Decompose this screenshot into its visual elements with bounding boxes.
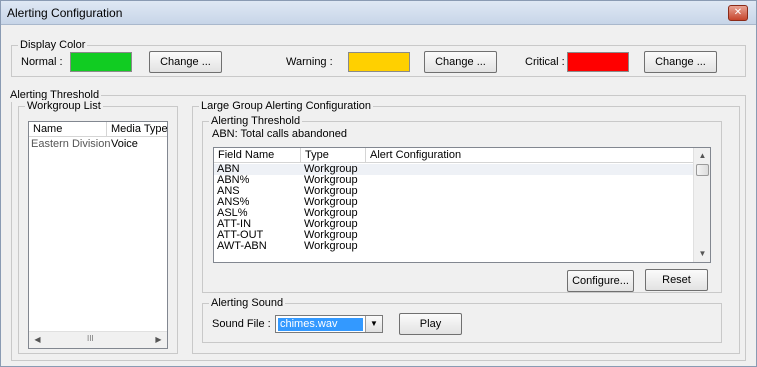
close-button[interactable]: ✕ <box>728 5 748 21</box>
critical-label: Critical : <box>525 56 565 68</box>
workgroup-name: Eastern Division <box>31 138 111 150</box>
column-header-type[interactable]: Type <box>301 148 366 163</box>
workgroup-media-type: Voice <box>111 138 138 150</box>
table-row[interactable]: ABN% Workgroup <box>214 175 694 186</box>
scroll-right-icon[interactable]: ▶ <box>150 334 167 346</box>
alerting-sound-group: Alerting Sound Sound File : chimes.wav ▼… <box>202 297 722 343</box>
close-icon: ✕ <box>733 7 743 18</box>
table-row[interactable]: ABN Workgroup <box>214 164 694 175</box>
column-header-media-type[interactable]: Media Type <box>107 122 167 137</box>
list-item[interactable]: Eastern Division Voice <box>29 139 167 150</box>
alerting-configuration-window: Alerting Configuration ✕ Display Color N… <box>0 0 757 367</box>
table-row[interactable]: ANS Workgroup <box>214 186 694 197</box>
column-header-field-name[interactable]: Field Name <box>214 148 301 163</box>
scroll-left-icon[interactable]: ◀ <box>29 334 46 346</box>
scroll-up-icon[interactable]: ▲ <box>694 150 710 162</box>
inner-alerting-threshold-group: Alerting Threshold ABN: Total calls aban… <box>202 115 722 293</box>
column-header-name[interactable]: Name <box>29 122 107 137</box>
field-name: AWT-ABN <box>217 240 267 252</box>
title-bar[interactable]: Alerting Configuration ✕ <box>1 1 756 25</box>
chevron-down-icon[interactable]: ▼ <box>365 316 382 332</box>
display-color-legend: Display Color <box>18 39 88 52</box>
alert-fields-vertical-scrollbar[interactable]: ▲ ▼ <box>693 148 710 262</box>
alert-fields-header: Field Name Type Alert Configuration <box>214 148 694 163</box>
sound-file-select[interactable]: chimes.wav ▼ <box>275 315 383 333</box>
warning-color-swatch <box>348 52 410 72</box>
field-type: Workgroup <box>304 240 358 252</box>
critical-color-swatch <box>567 52 629 72</box>
workgroup-list-group: Workgroup List Name Media Type Eastern D… <box>18 100 178 354</box>
large-group-config-group: Large Group Alerting Configuration Alert… <box>192 100 740 354</box>
configure-button[interactable]: Configure... <box>567 270 634 292</box>
table-row[interactable]: ANS% Workgroup <box>214 197 694 208</box>
alerting-sound-legend: Alerting Sound <box>209 297 286 310</box>
play-button[interactable]: Play <box>399 313 462 335</box>
alerting-threshold-group: Alerting Threshold Workgroup List Name M… <box>8 89 746 361</box>
table-row[interactable]: AWT-ABN Workgroup <box>214 241 694 252</box>
alert-fields-listview[interactable]: Field Name Type Alert Configuration ABN … <box>213 147 711 263</box>
reset-button[interactable]: Reset <box>645 269 708 291</box>
inner-alerting-threshold-legend: Alerting Threshold <box>209 115 303 128</box>
warning-change-button[interactable]: Change ... <box>424 51 497 73</box>
column-header-alert-configuration[interactable]: Alert Configuration <box>366 148 694 163</box>
field-description: ABN: Total calls abandoned <box>212 128 347 140</box>
window-title: Alerting Configuration <box>7 6 123 20</box>
table-row[interactable]: ATT-IN Workgroup <box>214 219 694 230</box>
normal-label: Normal : <box>21 56 63 68</box>
workgroup-list-legend: Workgroup List <box>25 100 103 113</box>
critical-change-button[interactable]: Change ... <box>644 51 717 73</box>
sound-file-label: Sound File : <box>212 318 271 330</box>
large-group-config-legend: Large Group Alerting Configuration <box>199 100 373 113</box>
workgroup-listview[interactable]: Name Media Type Eastern Division Voice ◀… <box>28 121 168 349</box>
workgroup-horizontal-scrollbar[interactable]: ◀ III ▶ <box>29 331 167 348</box>
normal-change-button[interactable]: Change ... <box>149 51 222 73</box>
sound-file-selected: chimes.wav <box>278 318 363 331</box>
scroll-grip-icon[interactable]: III <box>87 334 94 343</box>
table-row[interactable]: ATT-OUT Workgroup <box>214 230 694 241</box>
display-color-group: Display Color Normal : Change ... Warnin… <box>11 39 746 77</box>
scroll-down-icon[interactable]: ▼ <box>694 248 710 260</box>
table-row[interactable]: ASL% Workgroup <box>214 208 694 219</box>
warning-label: Warning : <box>286 56 333 68</box>
normal-color-swatch <box>70 52 132 72</box>
workgroup-list-header: Name Media Type <box>29 122 167 137</box>
scroll-thumb[interactable] <box>696 164 709 176</box>
